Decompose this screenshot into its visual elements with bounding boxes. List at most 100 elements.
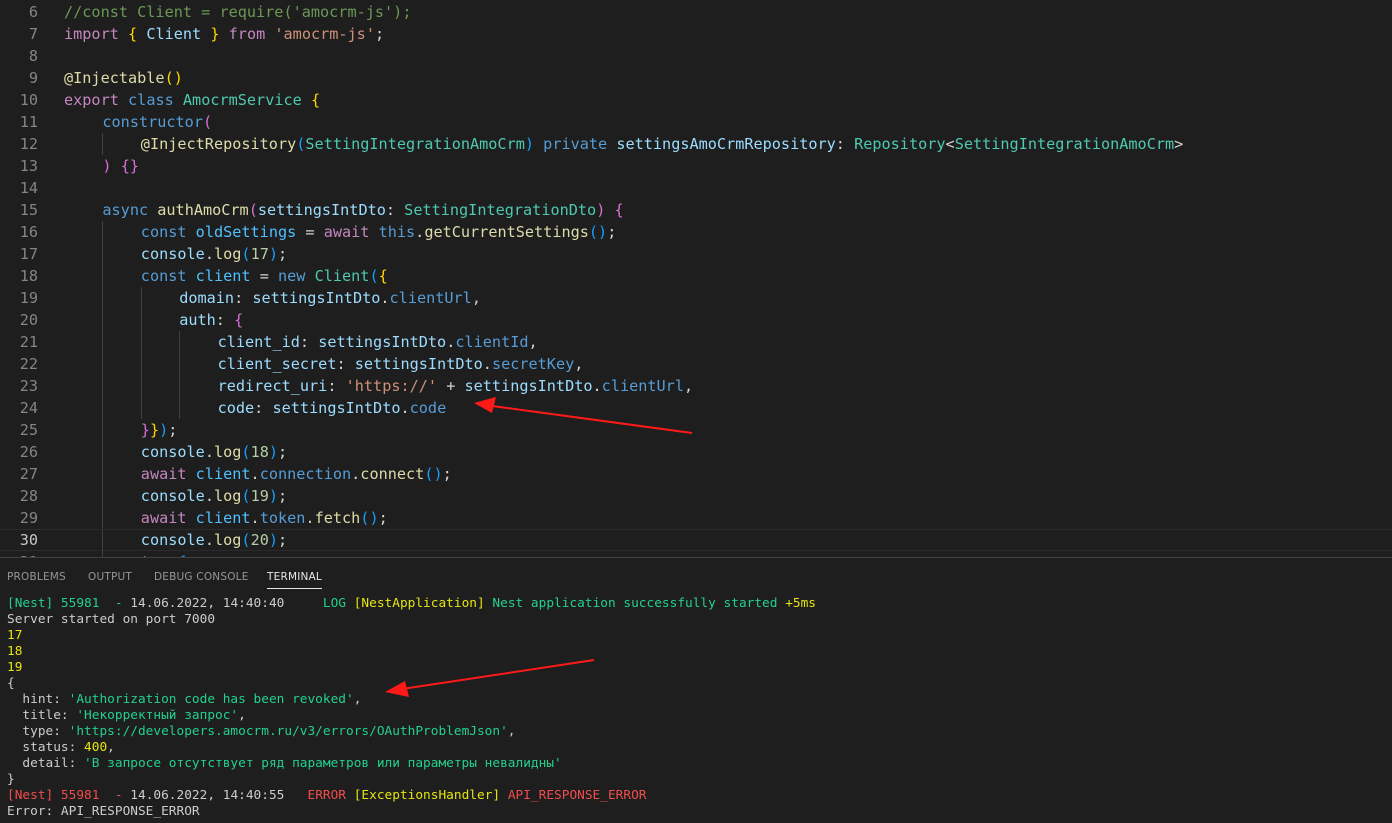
tab-terminal[interactable]: TERMINAL: [267, 558, 322, 589]
line-number: 21: [19, 333, 38, 351]
code-token: ): [159, 421, 169, 439]
code-token: .: [250, 465, 260, 483]
indent-guide: [102, 221, 104, 243]
code-line-18[interactable]: 18 const client = new Client({: [0, 265, 1392, 287]
code-token: .: [400, 399, 410, 417]
code-line-14[interactable]: 14: [0, 177, 1392, 199]
code-token: @Injectable: [64, 69, 165, 87]
terminal-segment: [Nest] 55981 -: [7, 596, 131, 611]
line-number: 15: [19, 201, 38, 219]
line-number: 28: [19, 487, 38, 505]
code-line-9[interactable]: 9 @Injectable(): [0, 67, 1392, 89]
line-number: 11: [19, 113, 38, 131]
code-line-19[interactable]: 19 domain: settingsIntDto.clientUrl,: [0, 287, 1392, 309]
code-token: this: [378, 223, 416, 241]
code-text: const oldSettings = await this.getCurren…: [141, 221, 617, 243]
terminal-segment: detail:: [7, 756, 85, 771]
code-text: const client = new Client({: [141, 265, 388, 287]
code-line-22[interactable]: 22 client_secret: settingsIntDto.secretKe…: [0, 353, 1392, 375]
indent-guide: [179, 331, 181, 353]
line-number: 27: [19, 465, 38, 483]
code-token: ;: [442, 465, 452, 483]
code-token: ): [268, 443, 279, 461]
line-number: 23: [19, 377, 38, 395]
code-token: ): [596, 201, 606, 219]
code-line-20[interactable]: 20 auth: {: [0, 309, 1392, 331]
line-number: 29: [19, 509, 38, 527]
code-token: .: [305, 509, 315, 527]
indent-guide: [102, 331, 104, 353]
code-token: getCurrentSettings: [424, 223, 589, 241]
code-token: SettingIntegrationAmoCrm: [305, 135, 525, 153]
code-text: auth: {: [179, 309, 243, 331]
indent-guide: [102, 375, 104, 397]
code-line-30[interactable]: 30 console.log(20);: [0, 529, 1392, 552]
indent-guide: [140, 397, 142, 419]
code-token: (): [588, 223, 608, 241]
indent-guide: [102, 441, 104, 463]
code-line-29[interactable]: 29 await client.token.fetch();: [0, 507, 1392, 529]
terminal-line: {: [7, 676, 816, 692]
code-token: token: [259, 509, 306, 527]
code-line-28[interactable]: 28 console.log(19);: [0, 485, 1392, 507]
tab-problems[interactable]: PROBLEMS: [7, 558, 66, 588]
terminal-output[interactable]: [Nest] 55981 - 14.06.2022, 14:40:40 LOG …: [7, 596, 816, 820]
code-token: 19: [250, 487, 269, 505]
tab-debug-console[interactable]: DEBUG CONSOLE: [154, 558, 249, 588]
code-token: new: [277, 267, 306, 285]
code-token: class: [128, 91, 174, 109]
code-token: .: [204, 531, 214, 549]
code-line-11[interactable]: 11 constructor(: [0, 111, 1392, 133]
code-token: client: [195, 465, 251, 483]
code-line-12[interactable]: 12 @InjectRepository(SettingIntegrationAm…: [0, 133, 1392, 155]
line-number: 30: [19, 531, 38, 549]
code-token: :: [336, 355, 355, 373]
line-number: 20: [19, 311, 38, 329]
code-token: fetch: [314, 509, 361, 527]
code-text: console.log(17);: [141, 243, 287, 265]
code-token: {: [310, 91, 321, 109]
code-token: .: [204, 487, 214, 505]
code-line-15[interactable]: 15 async authAmoCrm(settingsIntDto: Setti…: [0, 199, 1392, 221]
code-token: console: [140, 443, 205, 461]
code-text: constructor(: [102, 111, 212, 133]
terminal-segment: 'В запросе отсутствует ряд параметров ил…: [84, 756, 562, 771]
code-line-8[interactable]: 8: [0, 45, 1392, 67]
code-line-25[interactable]: 25}});: [0, 419, 1392, 441]
code-line-27[interactable]: 27 await client.connection.connect();: [0, 463, 1392, 485]
code-line-26[interactable]: 26 console.log(18);: [0, 441, 1392, 463]
code-token: .: [380, 289, 390, 307]
code-line-23[interactable]: 23 redirect_uri: 'https://' + settingsInt…: [0, 375, 1392, 397]
code-token: (: [241, 531, 251, 549]
indent-guide: [179, 375, 181, 397]
code-line-24[interactable]: 24 code: settingsIntDto.code: [0, 397, 1392, 419]
code-text: }});: [141, 419, 178, 441]
code-line-17[interactable]: 17 console.log(17);: [0, 243, 1392, 265]
code-editor[interactable]: 6 //const Client = require('amocrm-js'); 7…: [0, 0, 1392, 557]
terminal-segment: LOG: [284, 596, 354, 611]
indent-guide: [102, 353, 104, 375]
code-token: =: [250, 267, 278, 285]
code-text: async authAmoCrm(settingsIntDto: Setting…: [102, 199, 623, 221]
code-line-6[interactable]: 6 //const Client = require('amocrm-js');: [0, 1, 1392, 23]
code-line-7[interactable]: 7 import { Client } from 'amocrm-js';: [0, 23, 1392, 45]
code-token: 'amocrm-js': [274, 25, 375, 43]
terminal-segment: Error: API_RESPONSE_ERROR: [7, 804, 200, 819]
code-token: await: [140, 465, 187, 483]
code-line-13[interactable]: 13) {}: [0, 155, 1392, 177]
code-token: :: [327, 377, 346, 395]
code-token: .: [351, 465, 361, 483]
code-line-21[interactable]: 21 client_id: settingsIntDto.clientId,: [0, 331, 1392, 353]
code-line-10[interactable]: 10 export class AmocrmService {: [0, 89, 1392, 111]
code-token: >: [1174, 135, 1184, 153]
code-text: console.log(20);: [141, 530, 287, 550]
code-line-16[interactable]: 16 const oldSettings = await this.getCurr…: [0, 221, 1392, 243]
terminal-segment: 18: [7, 644, 23, 659]
code-token: code: [409, 399, 447, 417]
terminal-segment: 'https://developers.amocrm.ru/v3/errors/…: [68, 724, 508, 739]
terminal-segment: +5ms: [785, 596, 817, 611]
tab-output[interactable]: OUTPUT: [88, 558, 132, 588]
